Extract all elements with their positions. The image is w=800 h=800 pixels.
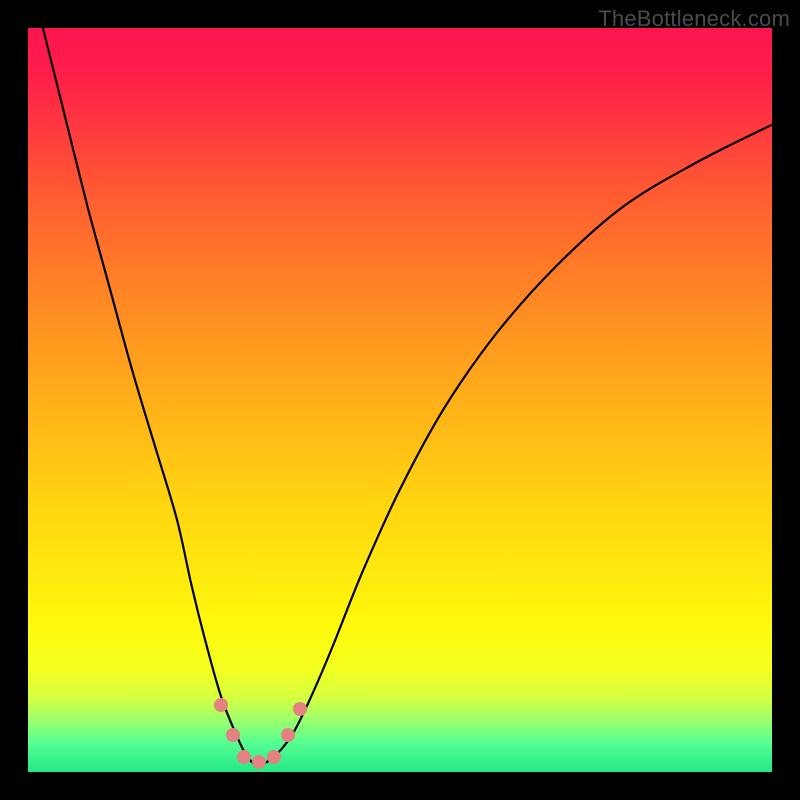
curve-marker-dot bbox=[267, 750, 281, 764]
curve-marker-dot bbox=[214, 698, 228, 712]
curve-marker-dot bbox=[226, 728, 240, 742]
curve-marker-dot bbox=[281, 728, 295, 742]
chart-plot-area bbox=[28, 28, 772, 772]
curve-marker-dot bbox=[293, 702, 307, 716]
curve-marker-dot bbox=[237, 750, 251, 764]
watermark-text: TheBottleneck.com bbox=[598, 6, 790, 32]
curve-marker-dot bbox=[252, 755, 266, 769]
curve-markers bbox=[28, 28, 772, 772]
